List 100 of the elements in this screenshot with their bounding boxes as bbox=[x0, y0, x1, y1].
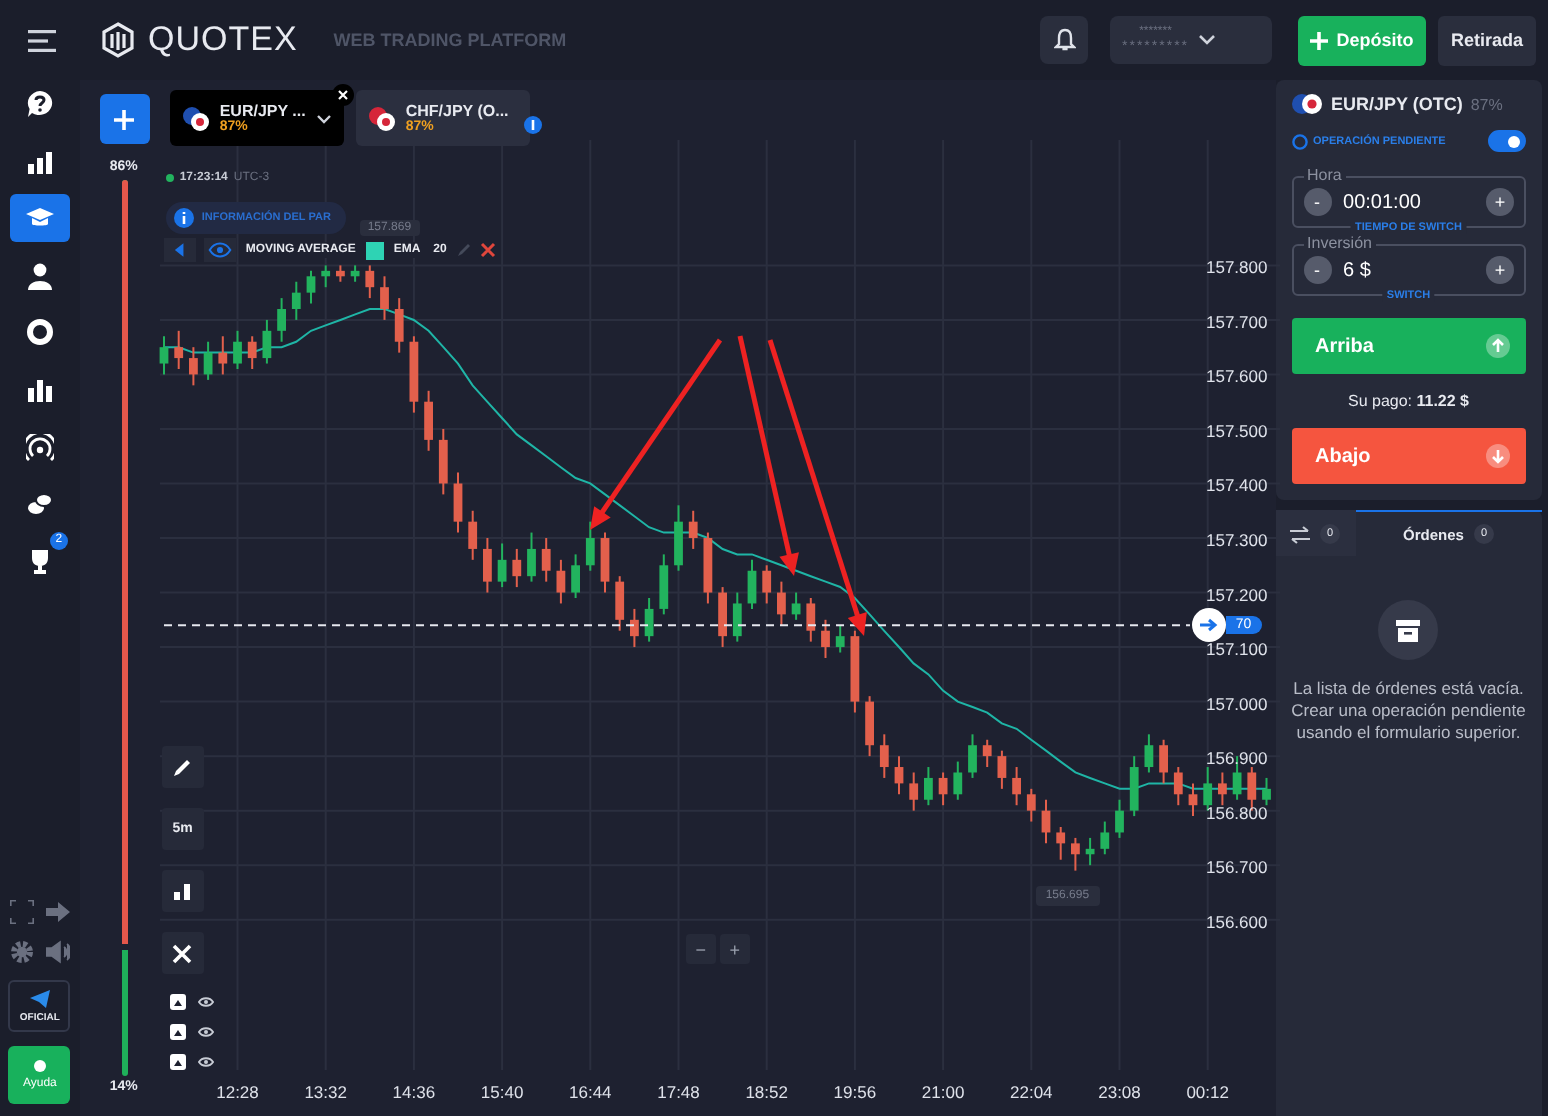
candlestick bbox=[1188, 782, 1198, 818]
dot-icon bbox=[33, 1060, 46, 1072]
candlestick bbox=[629, 607, 639, 649]
chart-type-button[interactable] bbox=[161, 870, 204, 912]
speaker-icon[interactable] bbox=[45, 940, 70, 964]
price-axis-label: 157.500 bbox=[1205, 420, 1268, 441]
candlestick bbox=[820, 618, 830, 659]
candlestick bbox=[923, 766, 933, 807]
candlestick bbox=[1158, 738, 1168, 785]
price-axis-label: 156.700 bbox=[1205, 857, 1268, 878]
time-axis-label: 16:44 bbox=[568, 1082, 612, 1102]
candlestick bbox=[497, 542, 507, 589]
bell-icon bbox=[1053, 28, 1075, 52]
time-axis-label: 23:08 bbox=[1097, 1082, 1141, 1102]
asset-name: EUR/JPY (OTC) bbox=[1331, 94, 1463, 114]
candlestick bbox=[835, 624, 845, 654]
candlestick bbox=[379, 275, 389, 321]
candlestick bbox=[791, 591, 801, 621]
chevron-down-icon bbox=[315, 113, 332, 123]
fullscreen-icon[interactable] bbox=[9, 900, 34, 924]
price-axis-label: 156.900 bbox=[1205, 748, 1268, 769]
candlestick bbox=[732, 591, 742, 643]
decrease-button[interactable]: - bbox=[1303, 188, 1332, 216]
price-axis-label: 157.400 bbox=[1205, 475, 1268, 496]
candlestick bbox=[306, 269, 316, 305]
candlestick bbox=[644, 597, 654, 643]
candlestick bbox=[1055, 826, 1065, 861]
sidebar-item[interactable] bbox=[9, 194, 70, 243]
zoom-in-button[interactable]: + bbox=[719, 934, 750, 964]
candlestick bbox=[1100, 820, 1109, 856]
price-axis-label: 157.100 bbox=[1205, 639, 1268, 660]
flag-pair-icon bbox=[367, 105, 396, 131]
price-axis-label: 157.200 bbox=[1205, 584, 1268, 605]
candlestick bbox=[203, 340, 213, 381]
swap-icon bbox=[1290, 525, 1311, 543]
candlestick bbox=[482, 537, 492, 594]
price-axis-label: 157.300 bbox=[1205, 530, 1268, 550]
candlestick bbox=[247, 335, 257, 370]
plus-icon bbox=[114, 109, 135, 129]
menu-icon[interactable] bbox=[28, 29, 56, 51]
collapse-icon[interactable] bbox=[163, 238, 196, 262]
platform-subtitle: WEB TRADING PLATFORM bbox=[333, 30, 567, 50]
empty-orders-message: La lista de órdenes está vacía. bbox=[1293, 678, 1524, 700]
candlestick bbox=[232, 329, 242, 370]
price-axis-label: 156.800 bbox=[1205, 802, 1268, 823]
flag-pair-icon bbox=[1291, 92, 1324, 116]
candlestick bbox=[1085, 836, 1095, 867]
price-axis-label: 157.800 bbox=[1205, 257, 1268, 278]
drawing-tool-button[interactable] bbox=[161, 746, 204, 788]
time-axis-label: 22:04 bbox=[1009, 1082, 1053, 1102]
plus-icon bbox=[1310, 31, 1329, 49]
increase-button[interactable]: + bbox=[1486, 256, 1514, 284]
candlestick bbox=[938, 771, 948, 807]
coins-icon bbox=[25, 490, 54, 519]
candlestick bbox=[585, 520, 595, 572]
increase-button[interactable]: + bbox=[1486, 188, 1514, 216]
price-axis-label: 156.600 bbox=[1205, 911, 1268, 932]
add-asset-button[interactable] bbox=[99, 94, 150, 144]
candlestick bbox=[526, 531, 536, 583]
chevron-down-icon bbox=[1197, 34, 1216, 46]
candlestick bbox=[320, 264, 330, 289]
candlestick bbox=[600, 531, 610, 594]
candlestick bbox=[997, 749, 1006, 790]
candlestick bbox=[1173, 766, 1183, 807]
time-axis-label: 19:56 bbox=[833, 1082, 876, 1102]
eye-icon[interactable] bbox=[197, 1056, 214, 1068]
candlestick bbox=[688, 509, 698, 550]
time-axis-label: 00:12 bbox=[1186, 1082, 1229, 1102]
candlestick bbox=[556, 558, 565, 605]
candlestick bbox=[908, 771, 918, 812]
candlestick bbox=[188, 346, 198, 387]
tools-button[interactable] bbox=[161, 932, 204, 974]
logo-icon bbox=[100, 22, 136, 58]
candlestick bbox=[218, 335, 227, 376]
time-axis-label: 15:40 bbox=[480, 1082, 524, 1102]
candlestick bbox=[879, 733, 889, 779]
eye-icon[interactable] bbox=[197, 1026, 214, 1038]
notification-button[interactable] bbox=[1040, 16, 1088, 64]
close-icon[interactable] bbox=[331, 84, 354, 106]
arrow-right-icon[interactable] bbox=[45, 900, 70, 924]
candlestick bbox=[438, 427, 448, 496]
eye-icon[interactable] bbox=[197, 996, 214, 1008]
candlestick bbox=[276, 297, 286, 343]
candlestick bbox=[365, 264, 374, 300]
candlestick bbox=[291, 280, 301, 321]
candlestick bbox=[173, 329, 183, 370]
candlestick bbox=[512, 547, 521, 589]
pending-toggle[interactable] bbox=[1488, 130, 1526, 152]
candlestick bbox=[806, 597, 815, 643]
zoom-out-button[interactable]: − bbox=[685, 934, 716, 964]
candlestick bbox=[614, 575, 624, 632]
withdraw-button[interactable]: Retirada bbox=[1438, 15, 1536, 65]
candlestick bbox=[982, 738, 992, 769]
decrease-button[interactable]: - bbox=[1303, 256, 1332, 284]
candlestick bbox=[1144, 733, 1153, 774]
paper-plane-icon bbox=[29, 989, 50, 1007]
arrow-down-icon bbox=[1486, 444, 1510, 468]
settings-icon[interactable] bbox=[9, 940, 34, 964]
candlestick bbox=[541, 537, 551, 583]
price-arrow-button[interactable] bbox=[1191, 607, 1226, 641]
